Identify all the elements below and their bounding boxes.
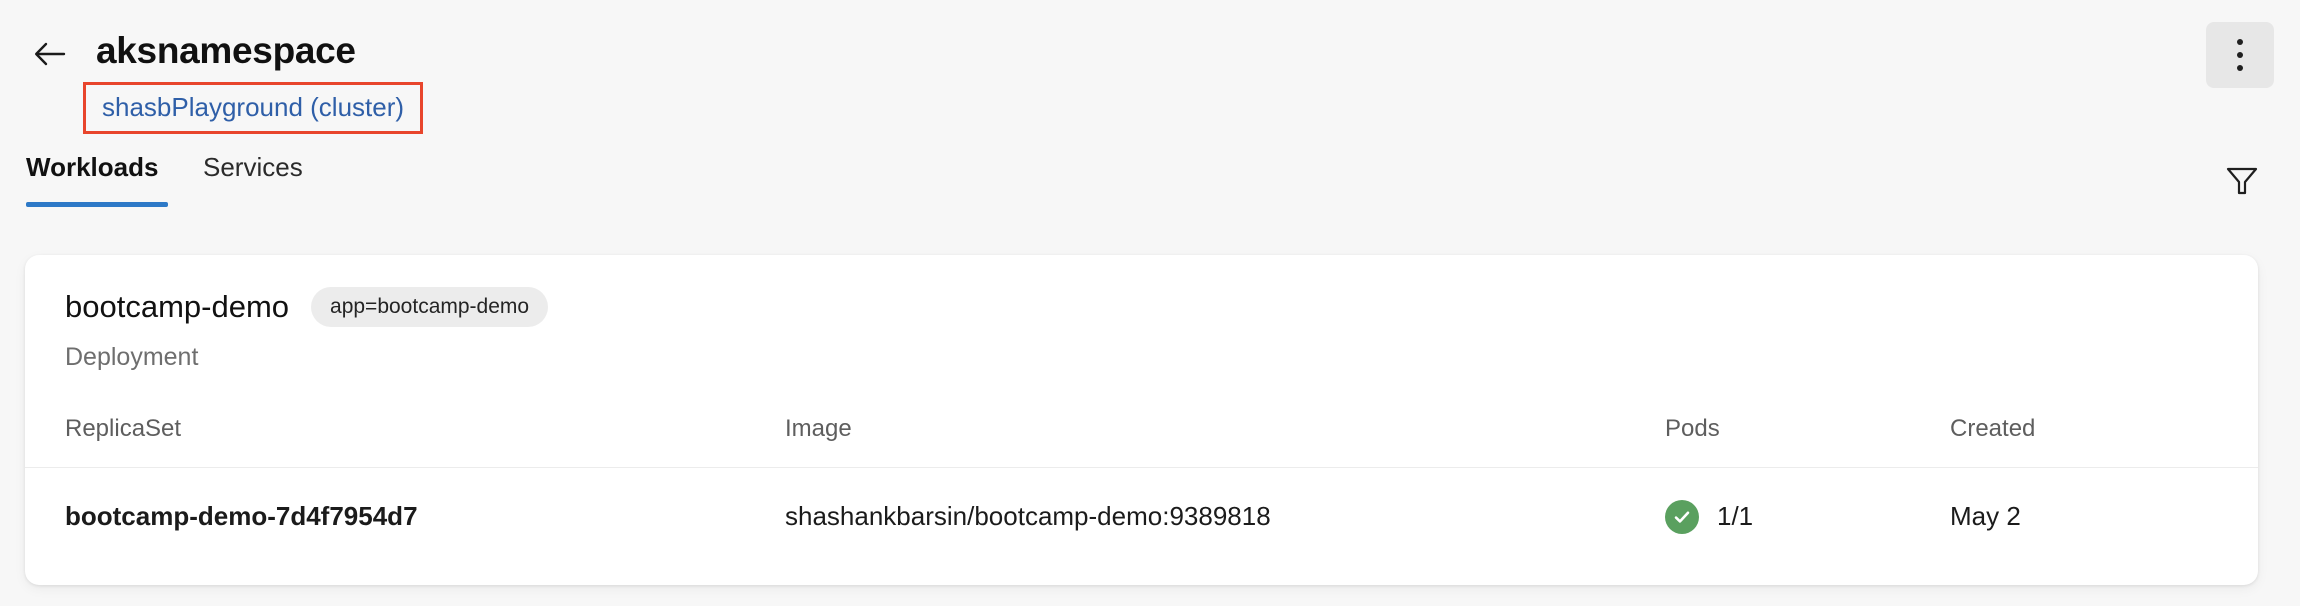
- page-title: aksnamespace: [96, 30, 356, 71]
- kebab-dot: [2237, 52, 2243, 58]
- table-header-row: ReplicaSet Image Pods Created: [25, 390, 2258, 467]
- cell-image: shashankbarsin/bootcamp-demo:9389818: [785, 501, 1271, 531]
- workload-card-header: bootcamp-demo app=bootcamp-demo Deployme…: [25, 255, 2258, 390]
- arrow-left-icon[interactable]: [28, 32, 72, 76]
- workload-kind: Deployment: [65, 343, 199, 371]
- page-header: aksnamespace shasbPlayground (cluster): [0, 0, 2300, 150]
- filter-funnel-icon[interactable]: [2214, 152, 2270, 208]
- column-header-image: Image: [785, 414, 852, 442]
- workload-title-row: bootcamp-demo app=bootcamp-demo: [65, 285, 2258, 329]
- cluster-annotation-box: shasbPlayground (cluster): [83, 82, 424, 134]
- column-header-created: Created: [1950, 414, 2036, 442]
- tab-active-underline: [26, 202, 168, 207]
- replicaset-table: ReplicaSet Image Pods Created bootcamp-d…: [25, 390, 2258, 565]
- column-header-pods: Pods: [1665, 414, 1720, 442]
- tab-workloads[interactable]: Workloads: [26, 150, 158, 184]
- cell-created: May 2: [1950, 501, 2021, 531]
- kebab-dot: [2237, 39, 2243, 45]
- tab-services[interactable]: Services: [203, 150, 303, 184]
- workload-label-chip: app=bootcamp-demo: [311, 287, 549, 327]
- tab-bar: Workloads Services: [0, 150, 2300, 226]
- kebab-dot: [2237, 65, 2243, 71]
- cluster-link[interactable]: shasbPlayground (cluster): [102, 92, 404, 122]
- workload-name: bootcamp-demo: [65, 289, 290, 324]
- column-header-replicaset: ReplicaSet: [65, 414, 182, 442]
- pods-count: 1/1: [1717, 501, 1754, 531]
- workloads-page: aksnamespace shasbPlayground (cluster) W…: [0, 0, 2300, 606]
- check-circle-icon: [1665, 499, 1699, 534]
- kebab-menu-icon[interactable]: [2206, 22, 2274, 88]
- cell-replicaset: bootcamp-demo-7d4f7954d7: [65, 501, 418, 531]
- workload-card: bootcamp-demo app=bootcamp-demo Deployme…: [25, 255, 2258, 585]
- table-row[interactable]: bootcamp-demo-7d4f7954d7 shashankbarsin/…: [25, 467, 2258, 565]
- cell-pods: 1/1: [1665, 499, 1754, 534]
